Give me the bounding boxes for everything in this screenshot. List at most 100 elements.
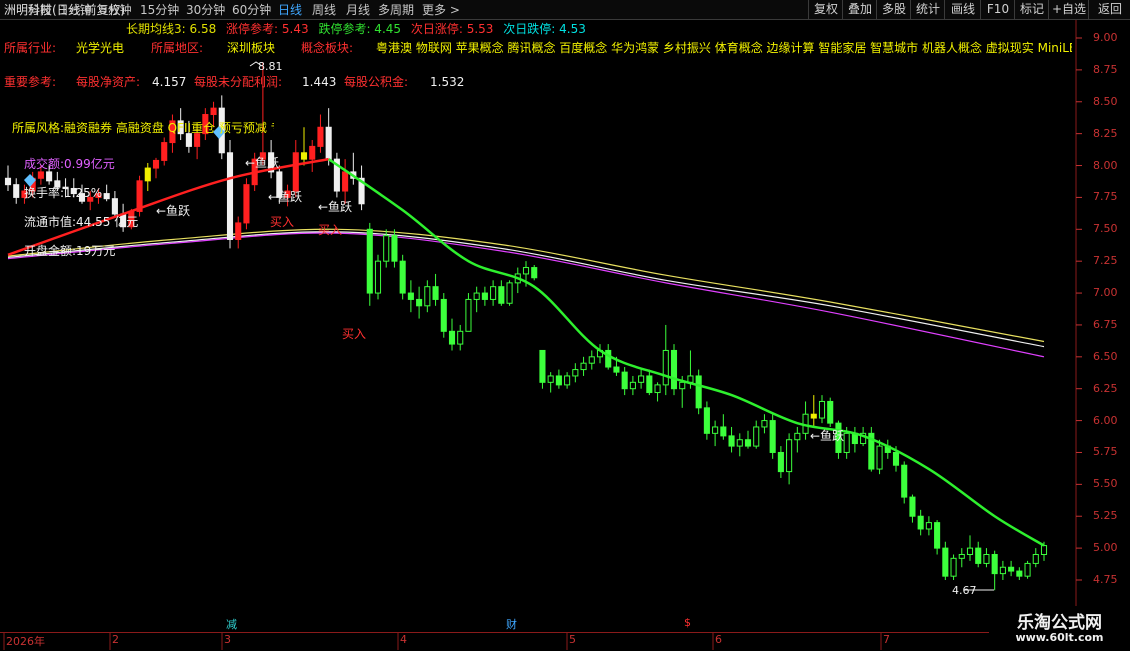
candle-body	[309, 145, 316, 160]
timeframe-0[interactable]: 分时	[28, 2, 52, 18]
candle-body	[111, 198, 118, 215]
candle-body	[605, 349, 612, 368]
candle-body	[1032, 553, 1039, 564]
reserve-value: 1.532	[430, 75, 465, 89]
toolbar-button-8[interactable]: 返回	[1088, 0, 1130, 19]
candle-body	[958, 553, 965, 559]
y-tick-label: 5.75	[1093, 445, 1118, 459]
candle-body	[736, 439, 743, 447]
undist-value: 1.443	[302, 75, 337, 89]
nav-value: 4.157	[152, 75, 187, 89]
style-line: 所属风格:融资融券 高融资盘 QFII重仓 预亏预减 专精特新 送转潜力 创业板…	[12, 121, 274, 135]
candle-body	[621, 371, 628, 390]
y-tick-label: 7.50	[1093, 222, 1118, 236]
candle-body	[670, 349, 678, 390]
toolbar-button-7[interactable]: +自选	[1048, 0, 1089, 19]
timeframe-9[interactable]: 多周期	[378, 2, 414, 18]
turnover-rate: 换手率:1.25%	[24, 186, 103, 200]
candle-body	[144, 167, 151, 182]
x-tick-label: 7	[883, 633, 890, 646]
candle-body	[210, 107, 217, 116]
event-mark[interactable]: $	[684, 616, 691, 629]
candle-body	[37, 171, 44, 179]
yuyue-signal: ←鱼跃	[245, 156, 279, 170]
candle-body	[490, 286, 497, 300]
buy-signal: 买入	[318, 223, 342, 237]
candle-body	[1040, 545, 1048, 555]
toolbar-button-3[interactable]: 统计	[910, 0, 945, 19]
candle-body	[786, 439, 793, 473]
long-ma-value: 长期均线3: 6.58	[126, 22, 217, 36]
reserve-label: 每股公积金:	[344, 75, 409, 89]
candle-body	[243, 184, 250, 224]
candle-body	[374, 260, 382, 294]
limit-up-ref: 涨停参考: 5.43	[226, 22, 309, 36]
event-mark[interactable]: 财	[506, 616, 517, 632]
candle-body	[975, 547, 982, 564]
toolbar-button-0[interactable]: 复权	[808, 0, 843, 19]
yuyue-signal: ←鱼跃	[810, 429, 844, 443]
candle-body	[317, 126, 324, 147]
toolbar-button-1[interactable]: 叠加	[842, 0, 877, 19]
candle-body	[876, 445, 883, 470]
candle-body	[687, 375, 694, 383]
candle-body	[654, 384, 661, 394]
candle-body	[366, 228, 373, 294]
candlestick-chart[interactable]: 8.814.67←鱼跃←鱼跃←鱼跃←鱼跃←鱼跃买入买入买入	[0, 0, 1130, 650]
next-limit-down: 次日跌停: 4.53	[503, 22, 586, 36]
watermark-logo: 乐淘公式网 www.60lt.com	[989, 606, 1130, 650]
timeframe-2[interactable]: 5分钟	[100, 2, 132, 18]
candle-body	[679, 381, 686, 390]
x-tick-label: 4	[400, 633, 407, 646]
candle-body	[934, 522, 941, 549]
candle-body	[391, 235, 398, 262]
timeframe-1[interactable]: 1分钟	[60, 2, 92, 18]
candle-body	[1016, 570, 1023, 577]
x-tick-label: 6	[715, 633, 722, 646]
candle-body	[161, 142, 168, 161]
yuyue-signal: ←鱼跃	[318, 200, 352, 214]
candle-body	[185, 133, 192, 147]
indicator-bar: 长期均线3: 6.58 涨停参考: 5.43 跌停参考: 4.45 次日涨停: …	[126, 21, 586, 37]
timeframe-5[interactable]: 60分钟	[232, 2, 271, 18]
candle-body	[703, 407, 710, 434]
timeframe-3[interactable]: 15分钟	[140, 2, 179, 18]
candle-body	[522, 267, 530, 275]
candle-body	[152, 159, 160, 169]
x-tick-label: 2	[112, 633, 119, 646]
buy-signal: 买入	[342, 327, 366, 341]
toolbar-button-2[interactable]: 多股	[876, 0, 911, 19]
candle-body	[966, 547, 974, 555]
candle-body	[1008, 566, 1015, 572]
candle-body	[547, 375, 554, 383]
candle-body	[909, 496, 916, 517]
timeframe-7[interactable]: 周线	[312, 2, 336, 18]
candle-body	[325, 126, 332, 160]
candle-body	[794, 432, 801, 441]
timeframe-8[interactable]: 月线	[346, 2, 370, 18]
toolbar-button-6[interactable]: 标记	[1014, 0, 1049, 19]
event-mark[interactable]: 减	[226, 616, 237, 632]
candle-body	[448, 330, 456, 345]
y-tick-label: 5.25	[1093, 509, 1118, 523]
candle-body	[531, 267, 538, 279]
undist-label: 每股未分配利润:	[194, 75, 283, 89]
y-tick-label: 8.50	[1093, 94, 1118, 108]
region-label: 所属地区:	[151, 41, 204, 55]
candle-body	[917, 515, 924, 530]
candle-body	[539, 349, 546, 383]
candle-body	[638, 375, 645, 383]
candle-body	[629, 381, 636, 390]
candle-body	[416, 298, 423, 307]
candle-body	[892, 451, 900, 466]
timeframe-4[interactable]: 30分钟	[186, 2, 225, 18]
timeframe-6[interactable]: 日线	[278, 2, 302, 18]
toolbar-button-4[interactable]: 画线	[944, 0, 981, 19]
timeframe-10[interactable]: 更多 >	[422, 2, 460, 18]
candle-body	[991, 553, 998, 575]
toolbar-button-5[interactable]: F10	[980, 0, 1015, 19]
candle-body	[13, 184, 20, 198]
x-tick-label: 3	[224, 633, 231, 646]
y-tick-label: 6.25	[1093, 381, 1118, 395]
candle-body	[432, 286, 439, 300]
